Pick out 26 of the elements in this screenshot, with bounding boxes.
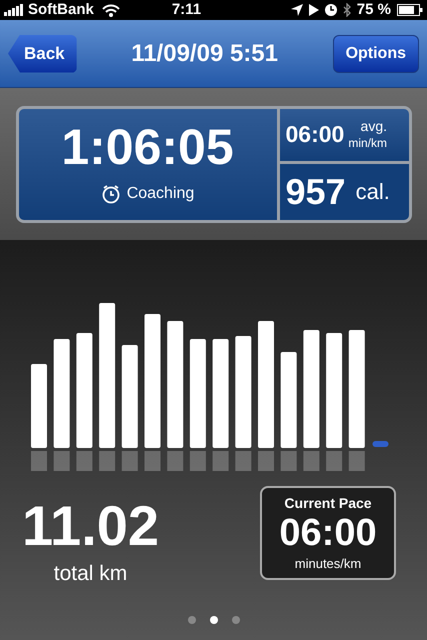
distance-value: 11.02 xyxy=(22,498,160,554)
battery-icon xyxy=(397,4,423,16)
signal-icon xyxy=(4,4,24,16)
duration-value: 1:06:05 xyxy=(61,122,234,172)
options-button[interactable]: Options xyxy=(332,34,419,72)
alarm-clock-icon xyxy=(324,4,337,16)
pace-unit: min/km xyxy=(348,136,387,151)
screen-title: 11/09/09 5:51 xyxy=(130,38,279,68)
timer-icon xyxy=(100,184,121,204)
current-pace-label: Current Pace xyxy=(284,494,372,513)
coaching-label: Coaching xyxy=(126,184,194,204)
battery-percent: 75 % xyxy=(356,0,391,20)
average-label: avg. xyxy=(360,118,387,136)
clock-time: 7:11 xyxy=(172,0,202,20)
play-icon xyxy=(308,4,319,16)
back-button[interactable]: Back xyxy=(8,34,77,72)
average-pace-value: 06:00 xyxy=(286,120,344,150)
current-pace-value: 06:00 xyxy=(279,514,377,552)
calories-unit: cal. xyxy=(356,178,390,206)
calories-value: 957 xyxy=(286,170,346,214)
carrier-name: SoftBank xyxy=(28,0,94,20)
distance-unit: total km xyxy=(54,561,128,587)
bluetooth-icon xyxy=(342,3,351,17)
current-pace-unit: minutes/km xyxy=(294,554,362,573)
wifi-icon xyxy=(102,4,120,16)
location-arrow-icon xyxy=(290,4,303,16)
